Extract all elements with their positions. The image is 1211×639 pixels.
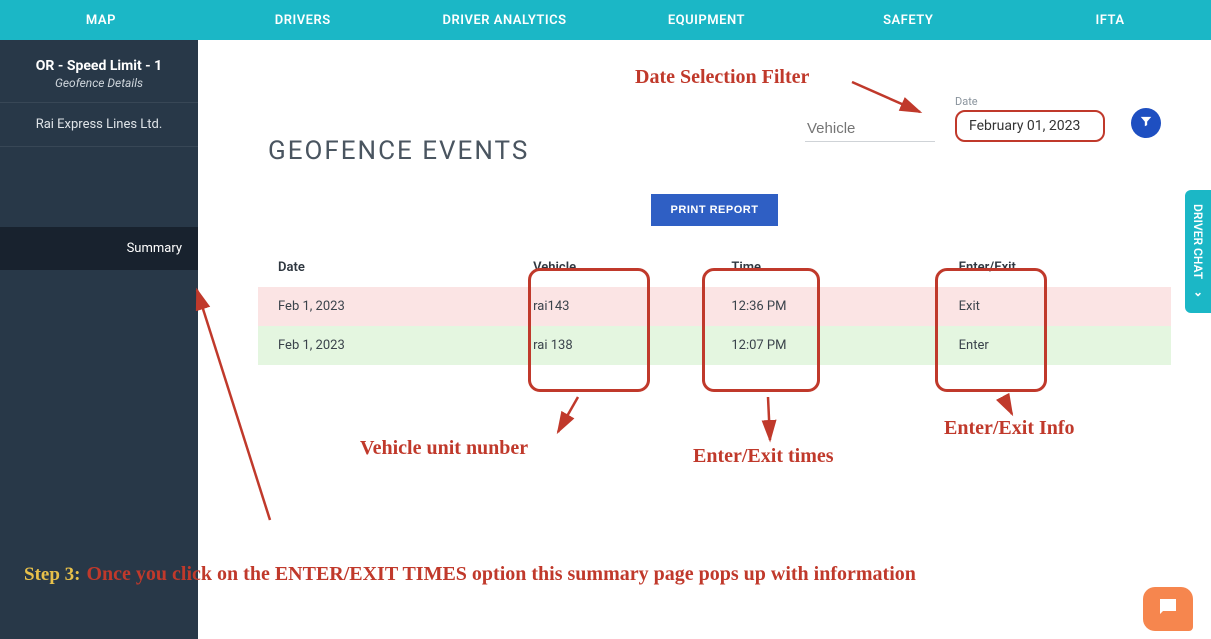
chat-launcher-button[interactable]	[1143, 587, 1193, 631]
geofence-title: OR - Speed Limit - 1	[10, 58, 188, 74]
step-annotation: Step 3: Once you click on the ENTER/EXIT…	[24, 563, 916, 586]
print-report-button[interactable]: PRINT REPORT	[651, 194, 779, 226]
cell-vehicle: rai 138	[513, 326, 711, 365]
nav-safety[interactable]: SAFETY	[807, 13, 1009, 28]
driver-chat-label: DRIVER CHAT	[1191, 204, 1205, 279]
step-text: Once you click on the ENTER/EXIT TIMES o…	[86, 563, 915, 586]
col-time: Time	[711, 248, 938, 287]
date-filter-field[interactable]: February 01, 2023	[955, 110, 1105, 142]
col-vehicle: Vehicle	[513, 248, 711, 287]
col-enterexit: Enter/Exit	[939, 248, 1171, 287]
cell-date: Feb 1, 2023	[258, 287, 513, 326]
filter-icon	[1139, 114, 1153, 132]
apply-filter-button[interactable]	[1131, 108, 1161, 138]
sidebar: OR - Speed Limit - 1 Geofence Details Ra…	[0, 40, 198, 639]
geofence-subtitle: Geofence Details	[10, 76, 188, 90]
sidebar-header: OR - Speed Limit - 1 Geofence Details	[0, 40, 198, 102]
col-date: Date	[258, 248, 513, 287]
top-nav: MAP DRIVERS DRIVER ANALYTICS EQUIPMENT S…	[0, 0, 1211, 40]
nav-driver-analytics[interactable]: DRIVER ANALYTICS	[404, 13, 606, 28]
nav-ifta[interactable]: IFTA	[1009, 13, 1211, 28]
sidebar-item-summary[interactable]: Summary	[0, 227, 198, 270]
date-filter-label: Date	[955, 95, 1105, 108]
chevron-down-icon: ⌄	[1191, 285, 1205, 299]
cell-vehicle: rai143	[513, 287, 711, 326]
driver-chat-tab[interactable]: DRIVER CHAT ⌄	[1185, 190, 1211, 313]
nav-drivers[interactable]: DRIVERS	[202, 13, 404, 28]
table-header-row: Date Vehicle Time Enter/Exit	[258, 248, 1171, 287]
filter-bar: Date February 01, 2023	[805, 95, 1161, 142]
table-row: Feb 1, 2023 rai143 12:36 PM Exit	[258, 287, 1171, 326]
table-row: Feb 1, 2023 rai 138 12:07 PM Enter	[258, 326, 1171, 365]
date-filter-wrap: Date February 01, 2023	[955, 95, 1105, 142]
company-name: Rai Express Lines Ltd.	[0, 102, 198, 147]
cell-action: Exit	[939, 287, 1171, 326]
vehicle-filter-input[interactable]	[805, 116, 935, 142]
step-number: Step 3:	[24, 564, 80, 586]
nav-map[interactable]: MAP	[0, 13, 202, 28]
cell-date: Feb 1, 2023	[258, 326, 513, 365]
events-table: Date Vehicle Time Enter/Exit Feb 1, 2023…	[258, 248, 1171, 365]
cell-time: 12:36 PM	[711, 287, 938, 326]
main-content: Date February 01, 2023 GEOFENCE EVENTS P…	[198, 40, 1211, 639]
nav-equipment[interactable]: EQUIPMENT	[605, 13, 807, 28]
chat-icon	[1156, 595, 1180, 623]
cell-action: Enter	[939, 326, 1171, 365]
cell-time: 12:07 PM	[711, 326, 938, 365]
